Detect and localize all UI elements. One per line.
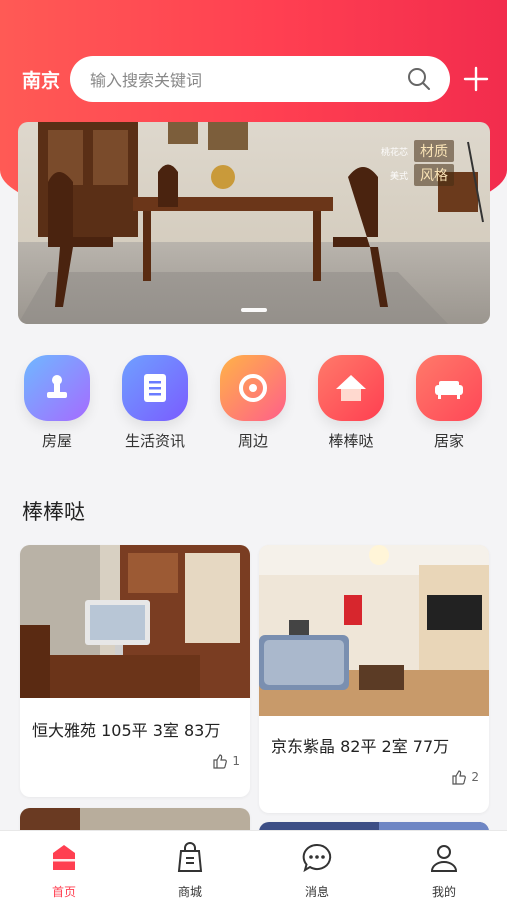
search-input[interactable]: 输入搜索关键词 bbox=[70, 56, 450, 102]
banner-pagination bbox=[18, 308, 490, 312]
thumbs-up-icon bbox=[213, 754, 228, 769]
like-button[interactable]: 1 bbox=[212, 753, 240, 769]
tab-home[interactable]: 首页 bbox=[19, 841, 109, 900]
listing-image bbox=[259, 545, 489, 716]
like-button[interactable]: 2 bbox=[451, 769, 479, 785]
listing-card[interactable]: 京东紫晶 82平 2室 77万 2 bbox=[259, 545, 489, 813]
quick-entry-house[interactable]: 房屋 bbox=[12, 355, 102, 451]
pagination-dot-active bbox=[241, 308, 267, 312]
tab-profile[interactable]: 我的 bbox=[399, 841, 489, 900]
user-icon bbox=[430, 845, 458, 872]
location-circle-icon bbox=[220, 355, 286, 421]
listing-image bbox=[20, 545, 250, 698]
quick-entry-home-living[interactable]: 居家 bbox=[404, 355, 494, 451]
listing-card[interactable]: 恒大雅苑 105平 3室 83万 1 bbox=[20, 545, 250, 797]
banner-tag-2: 美式 风格 bbox=[390, 164, 454, 186]
shopping-bag-icon bbox=[177, 842, 203, 872]
listing-title: 京东紫晶 82平 2室 77万 bbox=[271, 737, 450, 756]
quick-entry-life-news[interactable]: 生活资讯 bbox=[110, 355, 200, 451]
document-icon bbox=[122, 355, 188, 421]
tab-mall[interactable]: 商城 bbox=[145, 841, 235, 900]
plus-icon[interactable] bbox=[463, 66, 489, 92]
banner-tag-1: 桃花芯 材质 bbox=[381, 140, 454, 162]
quick-entry-nearby[interactable]: 周边 bbox=[208, 355, 298, 451]
city-selector[interactable]: 南京 bbox=[22, 66, 60, 93]
search-icon[interactable] bbox=[406, 66, 432, 92]
quick-entry-grid: 房屋 生活资讯 周边 棒棒哒 居家 bbox=[0, 355, 507, 455]
top-bar: 南京 输入搜索关键词 bbox=[0, 56, 507, 102]
home-icon bbox=[53, 845, 75, 870]
like-count: 1 bbox=[232, 754, 240, 768]
listing-title: 恒大雅苑 105平 3室 83万 bbox=[32, 721, 221, 740]
thumbs-up-icon bbox=[452, 770, 467, 785]
sofa-icon bbox=[416, 355, 482, 421]
like-count: 2 bbox=[471, 770, 479, 784]
bottom-tab-bar: 首页 商城 消息 我的 bbox=[0, 830, 507, 900]
tab-messages[interactable]: 消息 bbox=[272, 841, 362, 900]
quick-entry-awesome[interactable]: 棒棒哒 bbox=[306, 355, 396, 451]
section-title: 棒棒哒 bbox=[22, 500, 85, 524]
message-icon bbox=[302, 843, 332, 873]
house-icon bbox=[318, 355, 384, 421]
search-placeholder: 输入搜索关键词 bbox=[90, 71, 203, 90]
stamp-icon bbox=[24, 355, 90, 421]
promo-banner[interactable]: 桃花芯 材质 美式 风格 bbox=[18, 122, 490, 324]
